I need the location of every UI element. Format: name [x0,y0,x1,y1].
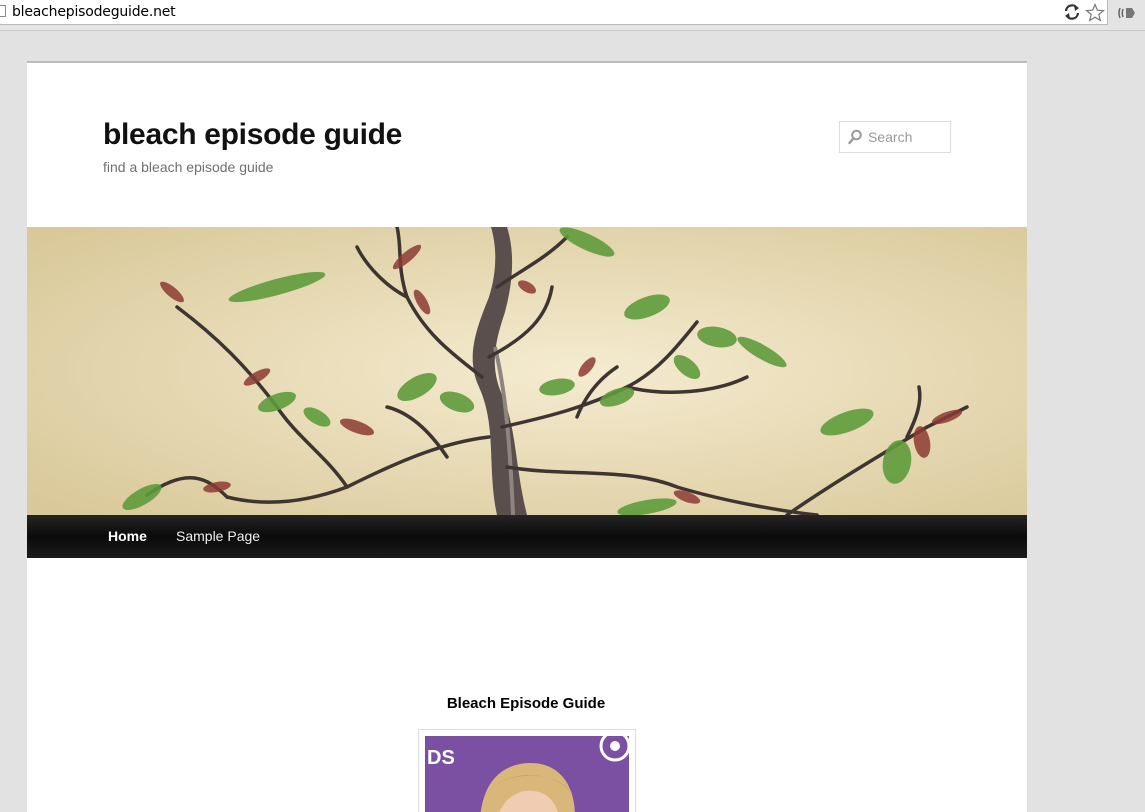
main-navigation: Home Sample Page [27,515,1027,558]
extension-icon[interactable] [1117,4,1137,22]
search-box[interactable] [839,121,951,153]
post-title[interactable]: Bleach Episode Guide [27,695,1025,712]
page-icon [0,5,6,17]
bonsai-image [27,227,1027,515]
url-text[interactable]: bleachepisodeguide.net [12,4,176,20]
site-description: find a bleach episode guide [103,159,274,175]
post-image-frame: DS [418,729,636,812]
browser-toolbar: bleachepisodeguide.net [0,0,1145,31]
nav-item-home[interactable]: Home [108,528,147,544]
portrait-photo: DS [425,736,629,812]
reload-icon[interactable] [1063,3,1081,21]
star-icon[interactable] [1085,3,1105,23]
page-container: bleach episode guide find a bleach episo… [27,61,1027,812]
site-title[interactable]: bleach episode guide [103,118,402,152]
search-input[interactable] [868,128,946,146]
search-icon [848,129,862,145]
address-bar[interactable]: bleachepisodeguide.net [0,0,1108,25]
sign-text: DS [427,747,455,769]
header-image [27,227,1027,515]
nav-item-sample-page[interactable]: Sample Page [176,528,260,544]
post-image[interactable]: DS [425,736,629,812]
